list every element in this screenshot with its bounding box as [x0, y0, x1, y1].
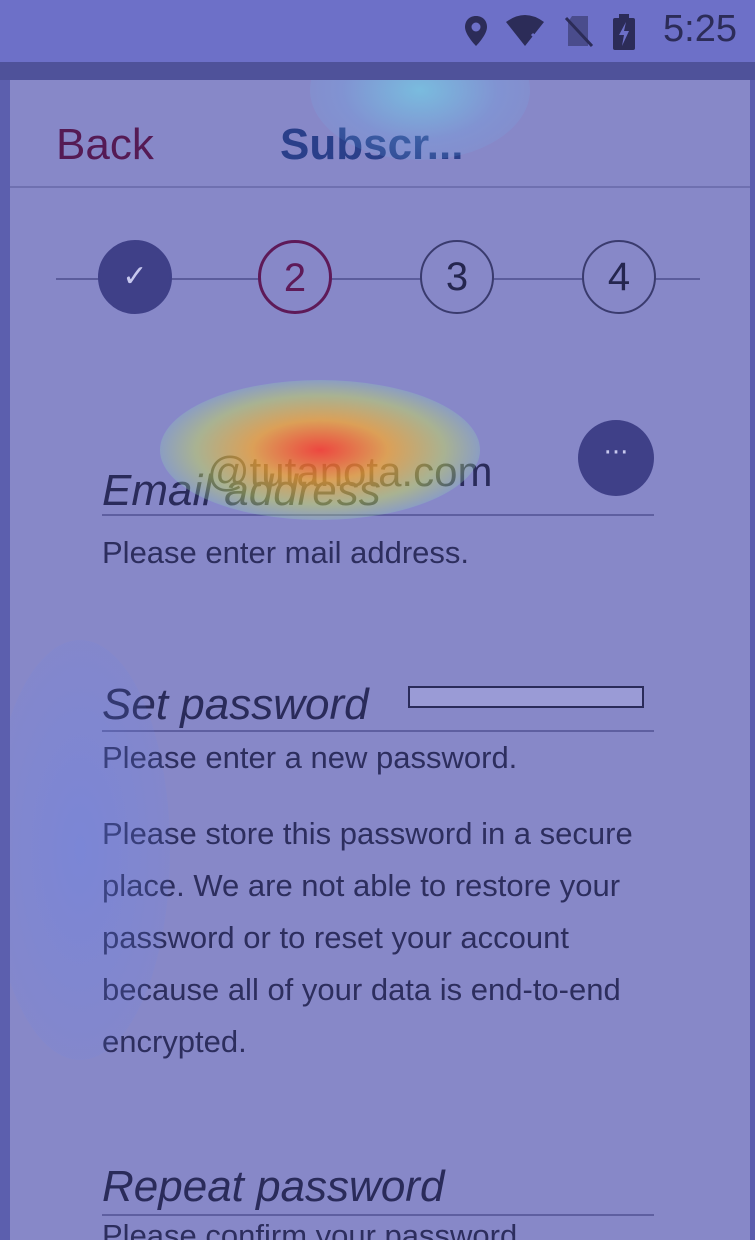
more-options-button[interactable]: ···	[578, 420, 654, 496]
email-field[interactable]: Email address @tutanota.com	[102, 448, 654, 518]
step-4: 4	[582, 240, 656, 314]
password-helper-text: Please enter a new password.	[102, 740, 518, 775]
dialog-header: Back Subscr...	[10, 80, 750, 188]
step-1-done: ✓	[98, 240, 172, 314]
repeat-password-underline	[102, 1214, 654, 1216]
status-time: 5:25	[663, 8, 737, 50]
repeat-password-label: Repeat password	[102, 1162, 445, 1211]
more-icon: ···	[603, 438, 629, 468]
repeat-password-field[interactable]: Repeat password	[102, 1162, 654, 1218]
no-sim-icon	[564, 16, 594, 48]
password-label: Set password	[102, 680, 369, 729]
email-helper-text: Please enter mail address.	[102, 535, 470, 570]
progress-stepper: ✓ 2 3 4	[10, 240, 750, 320]
email-domain-suffix: @tutanota.com	[207, 448, 493, 495]
password-info-text: Please store this password in a secure p…	[102, 816, 633, 1059]
status-bar: 5:25	[0, 0, 755, 62]
location-icon	[465, 16, 487, 46]
wifi-off-icon	[506, 15, 544, 46]
email-underline	[102, 514, 654, 516]
check-icon: ✓	[122, 260, 148, 293]
battery-charging-icon	[613, 14, 635, 50]
step-2-active: 2	[258, 240, 332, 314]
password-underline	[102, 730, 654, 732]
signup-dialog: Back Subscr... ✓ 2 3 4 Email address @tu…	[10, 80, 750, 1240]
back-button[interactable]: Back	[56, 120, 154, 170]
step-3: 3	[420, 240, 494, 314]
app-bar-strip	[0, 62, 755, 80]
page-title: Subscr...	[280, 120, 464, 169]
password-strength-bar	[408, 686, 644, 708]
password-field[interactable]: Set password	[102, 680, 654, 732]
